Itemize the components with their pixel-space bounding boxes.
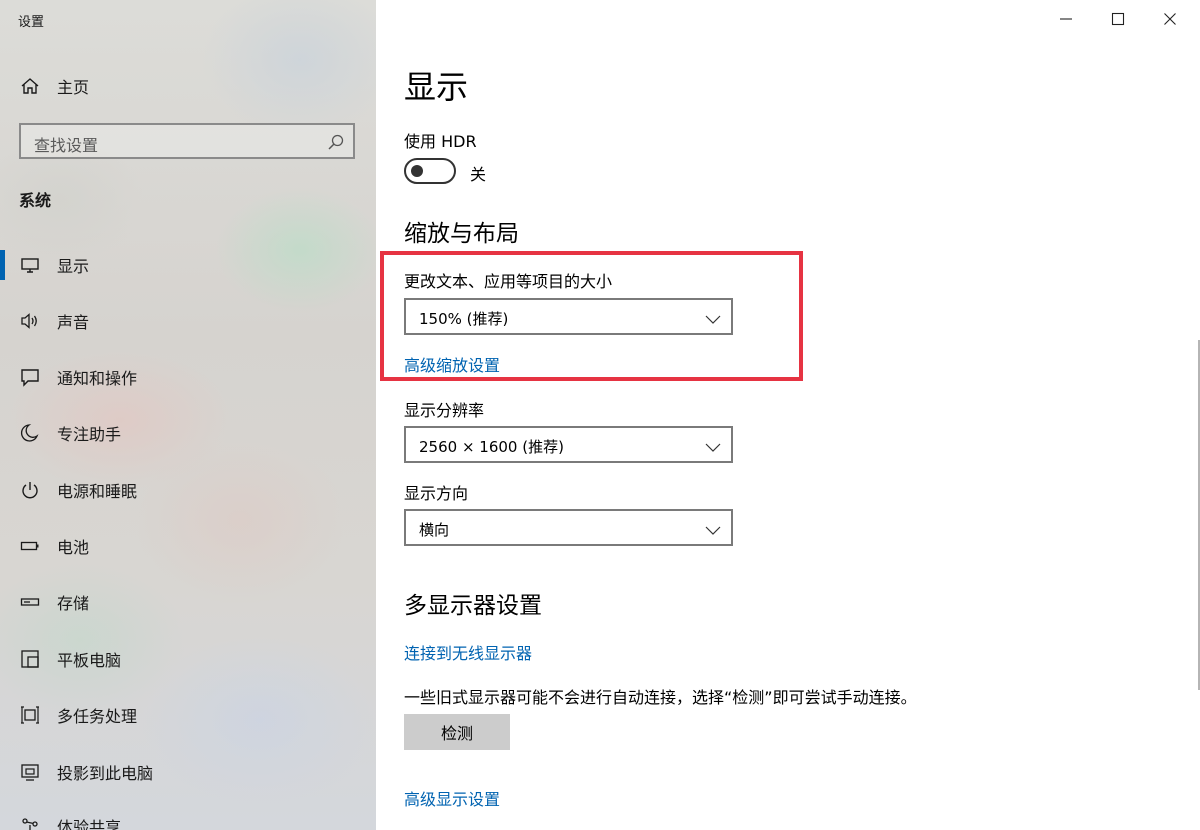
chevron-down-icon — [705, 521, 721, 535]
toggle-knob — [411, 165, 423, 177]
share-icon — [19, 815, 41, 830]
orientation-dropdown[interactable]: 横向 — [404, 509, 733, 546]
sidebar-section-label: 系统 — [19, 191, 52, 210]
battery-icon — [19, 535, 41, 557]
detect-button[interactable]: 检测 — [404, 714, 510, 750]
sidebar-item-battery[interactable]: 电池 — [0, 526, 376, 566]
sidebar-item-project-to-pc[interactable]: 投影到此电脑 — [0, 752, 376, 792]
sidebar-item-display[interactable]: 显示 — [0, 245, 376, 285]
sidebar-item-label: 存储 — [57, 594, 90, 613]
orientation-label: 显示方向 — [404, 484, 469, 503]
home-icon — [19, 75, 41, 97]
sidebar: 设置 主页 查找设置 系统 显示 声音 通知和操作 专注助手 电源和睡眠 电池 … — [0, 0, 376, 830]
detect-note: 一些旧式显示器可能不会进行自动连接，选择“检测”即可尝试手动连接。 — [404, 688, 917, 707]
sidebar-item-label: 投影到此电脑 — [57, 764, 154, 783]
sidebar-item-label: 主页 — [57, 78, 90, 97]
window-title: 设置 — [18, 15, 45, 30]
notification-icon — [19, 366, 41, 388]
wireless-display-link[interactable]: 连接到无线显示器 — [404, 640, 532, 664]
close-icon — [1163, 11, 1177, 30]
power-icon — [19, 479, 41, 501]
tablet-icon — [19, 648, 41, 670]
chevron-down-icon — [705, 438, 721, 452]
monitor-icon — [19, 254, 41, 276]
search-icon[interactable] — [327, 133, 345, 151]
scale-layout-heading: 缩放与布局 — [404, 221, 519, 247]
main-content: 显示 使用 HDR 关 缩放与布局 更改文本、应用等项目的大小 150% (推荐… — [376, 0, 1200, 830]
sidebar-item-shared-experiences[interactable]: 体验共享 — [0, 806, 376, 830]
speaker-icon — [19, 310, 41, 332]
sidebar-item-label: 多任务处理 — [57, 707, 138, 726]
sidebar-item-power[interactable]: 电源和睡眠 — [0, 470, 376, 510]
storage-icon — [19, 591, 41, 613]
sidebar-item-multitasking[interactable]: 多任务处理 — [0, 695, 376, 735]
sidebar-item-label: 电源和睡眠 — [57, 482, 138, 501]
sidebar-item-home[interactable]: 主页 — [0, 66, 376, 106]
sidebar-item-storage[interactable]: 存储 — [0, 582, 376, 622]
moon-icon — [19, 422, 41, 444]
sidebar-item-label: 专注助手 — [57, 425, 122, 444]
sidebar-item-focus-assist[interactable]: 专注助手 — [0, 413, 376, 453]
maximize-button[interactable] — [1092, 0, 1144, 40]
orientation-value: 横向 — [419, 521, 450, 539]
projection-icon — [19, 761, 41, 783]
highlight-annotation — [380, 251, 803, 381]
close-button[interactable] — [1144, 0, 1196, 40]
sidebar-item-sound[interactable]: 声音 — [0, 301, 376, 341]
multitasking-icon — [19, 704, 41, 726]
advanced-display-link[interactable]: 高级显示设置 — [404, 786, 500, 810]
multi-display-heading: 多显示器设置 — [404, 593, 542, 619]
sidebar-item-label: 平板电脑 — [57, 651, 122, 670]
search-input[interactable]: 查找设置 — [19, 123, 355, 159]
maximize-icon — [1111, 11, 1125, 30]
hdr-label: 使用 HDR — [404, 132, 477, 151]
hdr-toggle-state: 关 — [470, 165, 487, 184]
search-placeholder: 查找设置 — [34, 136, 99, 155]
sidebar-item-label: 通知和操作 — [57, 369, 138, 388]
sidebar-item-notifications[interactable]: 通知和操作 — [0, 357, 376, 397]
sidebar-item-tablet[interactable]: 平板电脑 — [0, 639, 376, 679]
sidebar-item-label: 显示 — [57, 257, 90, 276]
hdr-toggle[interactable] — [404, 158, 456, 184]
resolution-dropdown[interactable]: 2560 × 1600 (推荐) — [404, 426, 733, 463]
resolution-value: 2560 × 1600 (推荐) — [419, 438, 564, 456]
minimize-button[interactable] — [1040, 0, 1092, 40]
page-title: 显示 — [404, 68, 469, 106]
sidebar-item-label: 声音 — [57, 313, 90, 332]
sidebar-item-label: 体验共享 — [57, 818, 122, 830]
sidebar-item-label: 电池 — [57, 538, 90, 557]
resolution-label: 显示分辨率 — [404, 401, 485, 420]
settings-window: 设置 主页 查找设置 系统 显示 声音 通知和操作 专注助手 电源和睡眠 电池 … — [0, 0, 1200, 830]
minimize-icon — [1059, 11, 1073, 30]
